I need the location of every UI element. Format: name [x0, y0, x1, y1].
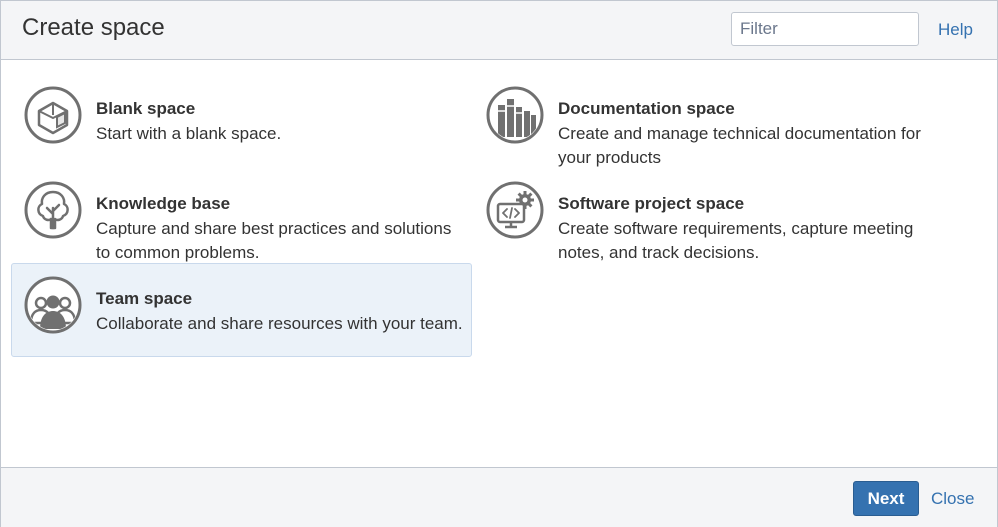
template-name: Documentation space [558, 99, 735, 118]
dialog-title: Create space [22, 14, 165, 41]
dialog-footer: Next Close [1, 467, 997, 527]
blank-page-icon [23, 85, 83, 145]
books-icon [485, 85, 545, 145]
template-name: Knowledge base [96, 194, 231, 213]
team-people-icon [23, 275, 83, 335]
close-link[interactable]: Close [931, 488, 974, 510]
template-description: Create and manage technical documentatio… [558, 124, 921, 167]
template-blank-space[interactable]: Blank space Start with a blank space. [11, 73, 472, 167]
template-team-space[interactable]: Team space Collaborate and share resourc… [11, 263, 472, 357]
template-description: Collaborate and share resources with you… [96, 314, 463, 333]
template-knowledge-base[interactable]: Knowledge base Capture and share best pr… [11, 168, 472, 262]
dialog-header: Create space Help [1, 1, 997, 60]
template-description: Start with a blank space. [96, 124, 282, 143]
template-list: Blank space Start with a blank space. Do… [1, 60, 997, 466]
template-name: Blank space [96, 99, 196, 118]
template-documentation-space[interactable]: Documentation space Create and manage te… [473, 73, 934, 167]
template-name: Team space [96, 289, 193, 308]
create-space-dialog: Create space Help Blank space Start with… [0, 0, 998, 527]
template-name: Software project space [558, 194, 745, 213]
tree-icon [23, 180, 83, 240]
code-monitor-gear-icon [485, 180, 545, 240]
help-link[interactable]: Help [938, 19, 973, 41]
template-description: Create software requirements, capture me… [558, 219, 914, 262]
template-software-project-space[interactable]: Software project space Create software r… [473, 168, 934, 262]
template-description: Capture and share best practices and sol… [96, 219, 452, 262]
next-button[interactable]: Next [853, 481, 919, 516]
filter-input[interactable] [731, 12, 919, 46]
